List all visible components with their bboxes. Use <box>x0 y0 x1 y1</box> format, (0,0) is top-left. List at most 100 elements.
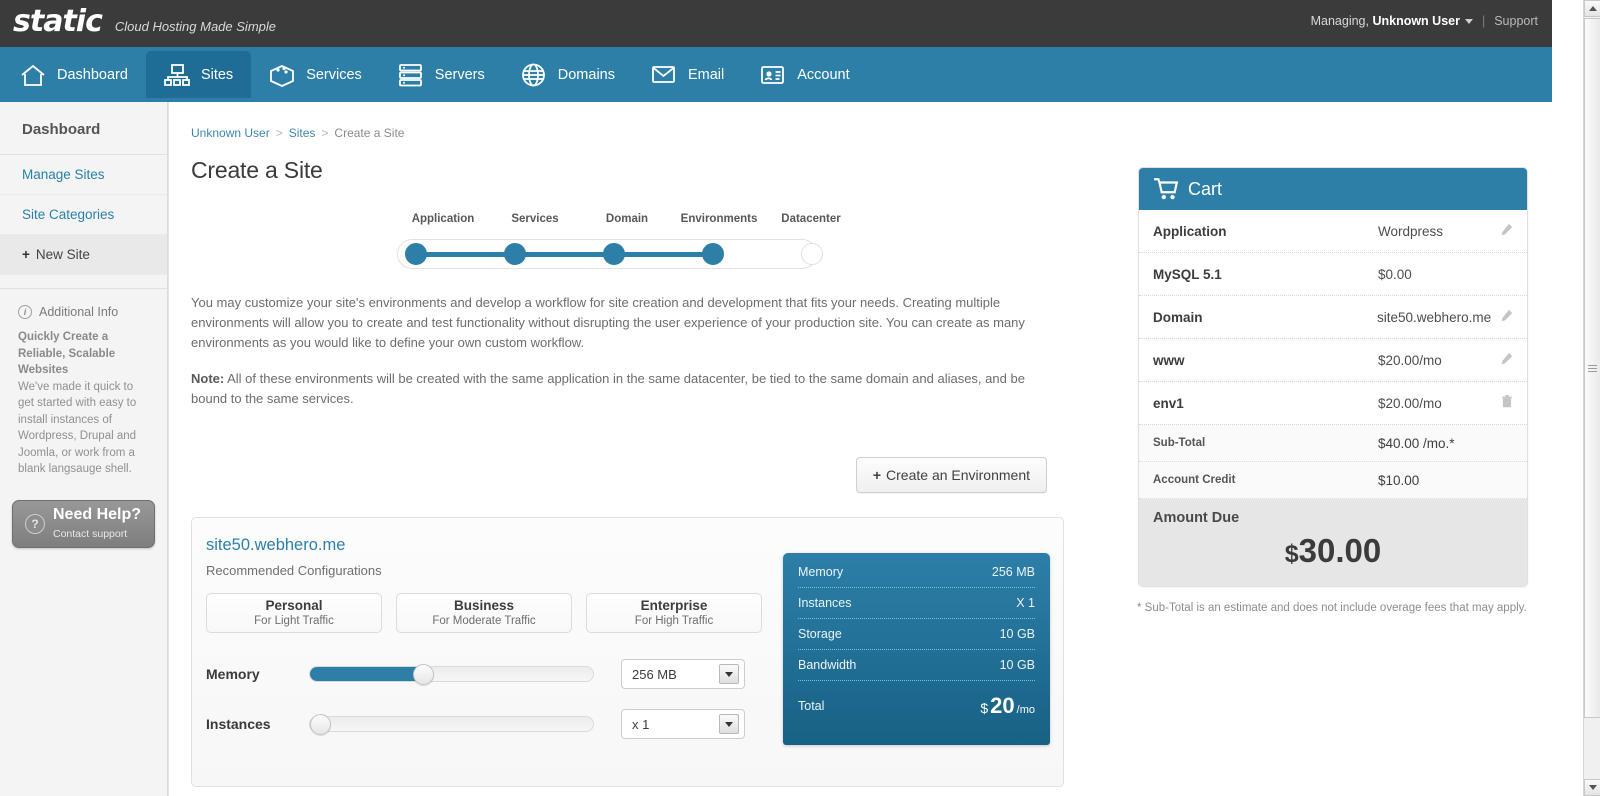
stepper-dot-0[interactable] <box>405 243 427 265</box>
nav-item-label: Services <box>306 66 362 83</box>
slider-knob[interactable] <box>310 714 331 735</box>
slider-track[interactable] <box>309 664 594 685</box>
cart-item-action[interactable] <box>1491 223 1513 239</box>
select-value: 256 MB <box>632 666 677 682</box>
preset-subtitle: For Light Traffic <box>254 615 334 627</box>
slider-track[interactable] <box>309 714 594 735</box>
environment-card: site50.webhero.me Recommended Configurat… <box>191 517 1064 787</box>
cart-item-key: Domain <box>1153 309 1203 325</box>
nav-item-services[interactable]: Services <box>251 51 380 98</box>
chevron-down-icon <box>1464 19 1473 25</box>
cart-row: env1 $20.00/mo <box>1139 382 1527 425</box>
trash-icon[interactable] <box>1501 395 1513 408</box>
summary-row: Storage 10 GB <box>798 619 1035 650</box>
cart-item-key: www <box>1153 352 1185 368</box>
cart-item-value: $0.00 <box>1378 266 1412 282</box>
sidebar-item-label: Site Categories <box>22 207 115 222</box>
edit-icon[interactable] <box>1500 352 1513 365</box>
scroll-down-button[interactable] <box>1584 779 1600 796</box>
chevron-down-icon[interactable] <box>719 664 739 684</box>
stepper-label: Datacenter <box>781 213 841 225</box>
environment-name[interactable]: site50.webhero.me <box>192 518 1063 555</box>
cart-footnote: * Sub-Total is an estimate and does not … <box>1137 602 1527 614</box>
edit-icon[interactable] <box>1500 309 1513 322</box>
amount-due-label: Amount Due <box>1153 510 1240 526</box>
cart-item-key: Application <box>1153 223 1227 239</box>
create-environment-button[interactable]: + Create an Environment <box>855 457 1047 493</box>
need-help-subtitle: Contact support <box>53 527 128 540</box>
slider-fill <box>310 667 423 681</box>
nav-item-label: Sites <box>200 66 234 83</box>
scroll-up-button[interactable] <box>1584 0 1600 17</box>
sidebar-item-manage-sites[interactable]: Manage Sites <box>0 155 167 195</box>
app-root: static Cloud Hosting Made Simple Managin… <box>0 0 1600 796</box>
cart-item-value: $20.00/mo <box>1378 352 1442 368</box>
info-icon: i <box>18 305 32 319</box>
select-value: x 1 <box>632 716 650 732</box>
sidebar-divider <box>0 275 167 289</box>
brand-logo[interactable]: static Cloud Hosting Made Simple <box>13 5 276 39</box>
managing-user-menu[interactable]: Managing, Unknown User <box>1311 14 1473 28</box>
chevron-down-icon[interactable] <box>719 714 739 734</box>
preset-personal[interactable]: Personal For Light Traffic <box>206 593 382 633</box>
total-currency: $ <box>980 700 989 716</box>
envelope-icon <box>652 65 675 83</box>
note-label: Note: <box>191 371 225 386</box>
info-body-text: We've made it quick to get started with … <box>18 380 137 476</box>
scrollbar-thumb[interactable] <box>1584 18 1600 718</box>
breadcrumb-link[interactable]: Sites <box>289 126 316 140</box>
stepper-label: Domain <box>605 213 649 225</box>
select-memory[interactable]: 256 MB <box>621 659 745 689</box>
sidebar: Dashboard Manage Sites Site Categories + Ne… <box>0 102 168 796</box>
preset-subtitle: For High Traffic <box>634 615 714 627</box>
nav-item-domains[interactable]: Domains <box>503 51 633 98</box>
vertical-scrollbar[interactable] <box>1583 0 1600 796</box>
box-icon <box>270 64 295 87</box>
nav-item-sites[interactable]: Sites <box>145 51 252 98</box>
main-content: Unknown User > Sites > Create a Site Create … <box>168 102 1552 796</box>
account-credit-label: Account Credit <box>1153 474 1236 486</box>
edit-icon[interactable] <box>1500 223 1513 236</box>
cart-item-action[interactable] <box>1491 352 1513 368</box>
sidebar-item-new-site[interactable]: + New Site <box>0 235 167 275</box>
support-link[interactable]: Support <box>1494 14 1538 28</box>
preset-enterprise[interactable]: Enterprise For High Traffic <box>586 593 762 633</box>
cart-credit-row: Account Credit $10.00 <box>1139 462 1527 499</box>
nav-item-dashboard[interactable]: Dashboard <box>2 51 146 98</box>
nav-item-label: Dashboard <box>57 66 128 83</box>
select-instances[interactable]: x 1 <box>621 709 745 739</box>
main-navigation: Dashboard Sites Services Servers Domains Emai… <box>0 47 1552 102</box>
amount-due-value: $30.00 <box>1153 532 1513 570</box>
nav-item-servers[interactable]: Servers <box>380 51 503 98</box>
cart-item-action[interactable] <box>1491 395 1513 411</box>
summary-row: Memory 256 MB <box>798 553 1035 588</box>
preset-title: Business <box>453 598 515 613</box>
slider-knob[interactable] <box>413 664 434 685</box>
cart-row: www $20.00/mo <box>1139 339 1527 382</box>
stepper-dot-2[interactable] <box>603 243 625 265</box>
need-help-title: Need Help? <box>53 505 142 523</box>
nav-item-email[interactable]: Email <box>633 51 742 98</box>
cart-item-value: site50.webhero.me <box>1377 309 1492 325</box>
summary-total-label: Total <box>798 699 825 713</box>
cart-item-value: $20.00/mo <box>1378 395 1442 411</box>
stepper-dot-4[interactable] <box>801 243 823 265</box>
sidebar-item-label: New Site <box>35 247 90 262</box>
total-period: /mo <box>1016 704 1035 716</box>
breadcrumb-link[interactable]: Unknown User <box>191 126 270 140</box>
summary-key: Bandwidth <box>798 658 857 672</box>
preset-business[interactable]: Business For Moderate Traffic <box>396 593 572 633</box>
cart-title: Cart <box>1188 178 1223 199</box>
cart-item-action[interactable] <box>1491 309 1513 325</box>
home-icon <box>21 64 45 86</box>
stepper-dot-1[interactable] <box>504 243 526 265</box>
need-help-button[interactable]: ? Need Help? Contact support <box>12 499 155 548</box>
sidebar-item-site-categories[interactable]: Site Categories <box>0 195 167 235</box>
cart-row: Domain site50.webhero.me <box>1139 296 1527 339</box>
nav-item-account[interactable]: Account <box>742 51 867 98</box>
additional-info-label: Additional Info <box>39 305 119 319</box>
description-paragraph: You may customize your site's environmen… <box>191 295 1025 350</box>
stepper-dot-3[interactable] <box>702 243 724 265</box>
cart-row: MySQL 5.1 $0.00 <box>1139 253 1527 296</box>
additional-info-heading: i Additional Info <box>0 289 167 329</box>
